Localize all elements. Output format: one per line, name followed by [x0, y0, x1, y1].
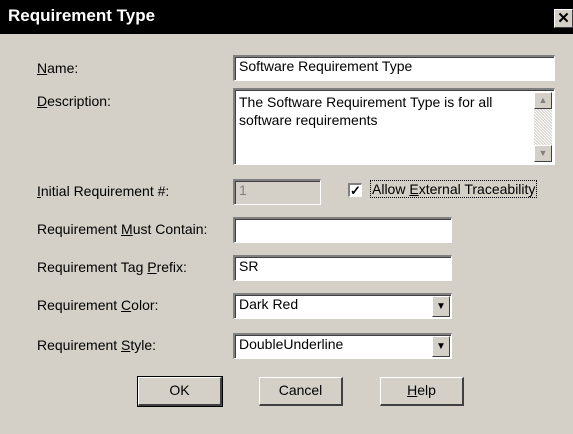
- style-label: Requirement Style:: [37, 337, 157, 353]
- name-input[interactable]: Software Requirement Type: [233, 55, 555, 81]
- close-icon[interactable]: ✕: [554, 9, 573, 28]
- description-scrollbar[interactable]: ▲ ▼: [534, 92, 552, 162]
- style-select-value: DoubleUnderline: [239, 336, 344, 352]
- scroll-track[interactable]: [534, 109, 552, 145]
- description-label: Description:: [37, 93, 111, 109]
- tag-prefix-label: Requirement Tag Prefix:: [37, 259, 187, 275]
- name-label: Name:: [37, 60, 79, 76]
- dropdown-arrow-icon[interactable]: ▼: [432, 336, 450, 357]
- must-contain-input[interactable]: [233, 217, 452, 243]
- external-trace-label[interactable]: Allow External Traceability: [369, 180, 538, 198]
- help-button[interactable]: Help: [380, 377, 464, 406]
- initial-req-label: Initial Requirement #:: [37, 183, 170, 199]
- style-select[interactable]: DoubleUnderline ▼: [233, 333, 452, 359]
- must-contain-label: Requirement Must Contain:: [37, 221, 208, 237]
- color-select[interactable]: Dark Red ▼: [233, 293, 452, 319]
- ok-button[interactable]: OK: [137, 376, 223, 407]
- description-text: The Software Requirement Type is for all…: [239, 94, 493, 128]
- color-select-value: Dark Red: [239, 296, 299, 312]
- color-label: Requirement Color:: [37, 297, 159, 313]
- dropdown-arrow-icon[interactable]: ▼: [432, 296, 450, 317]
- initial-req-input: 1: [233, 179, 321, 205]
- scroll-up-icon[interactable]: ▲: [534, 92, 552, 109]
- tag-prefix-input[interactable]: SR: [233, 255, 452, 281]
- scroll-down-icon[interactable]: ▼: [534, 145, 552, 162]
- cancel-button[interactable]: Cancel: [259, 377, 343, 406]
- description-textarea[interactable]: The Software Requirement Type is for all…: [233, 88, 555, 165]
- external-trace-checkbox[interactable]: ✓: [348, 183, 362, 197]
- window-title: Requirement Type: [8, 6, 156, 25]
- title-bar: Requirement Type: [0, 0, 573, 34]
